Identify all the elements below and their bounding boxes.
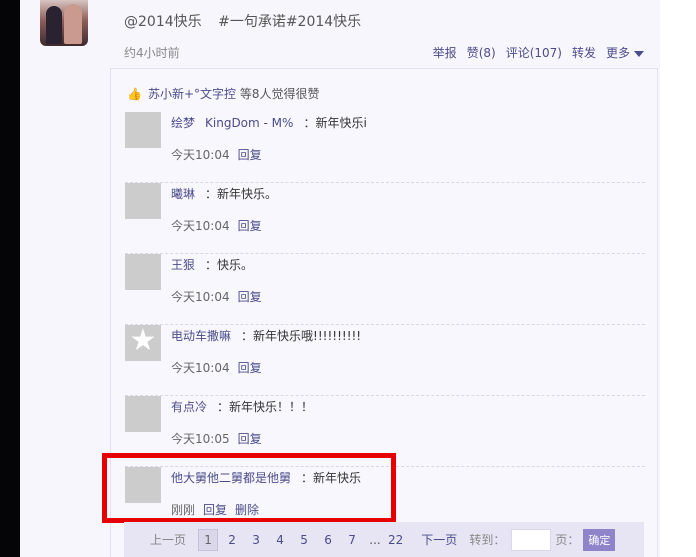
- reply-link[interactable]: 回复: [238, 219, 262, 233]
- comment-text: ：新年快乐。: [205, 187, 278, 201]
- comment-line: 有点冷 ：新年快乐！！！: [171, 398, 313, 415]
- commenter-avatar[interactable]: [125, 396, 161, 432]
- page-link[interactable]: 7: [340, 533, 364, 547]
- forward-link[interactable]: 转发: [572, 44, 596, 61]
- reply-link[interactable]: 回复: [238, 148, 262, 162]
- page-link[interactable]: 3: [244, 533, 268, 547]
- comment-meta: 今天10:04 回复: [171, 288, 270, 305]
- likes-user-link[interactable]: 苏小新+°文字控: [148, 87, 236, 101]
- comment-text: ：快乐。: [205, 258, 254, 272]
- delete-link[interactable]: 删除: [235, 503, 259, 517]
- post-actions: 举报 赞(8) 评论(107) 转发 更多: [433, 44, 644, 61]
- page-current: 1: [198, 528, 219, 551]
- commenter-name[interactable]: 他大舅他二舅都是他舅: [171, 471, 291, 485]
- comment-link[interactable]: 评论(107): [506, 44, 562, 61]
- commenter-avatar[interactable]: ★: [125, 325, 161, 361]
- comment-line: 曦琳 ：新年快乐。: [171, 185, 277, 202]
- commenter-name[interactable]: 有点冷: [171, 400, 207, 414]
- post-mention[interactable]: @2014快乐: [124, 14, 202, 30]
- commenter-name-extra[interactable]: KingDom - M%: [205, 116, 293, 130]
- comment-meta: 刚刚 回复 删除: [171, 501, 267, 518]
- confirm-button[interactable]: 确定: [583, 528, 616, 551]
- page-unit-label: 页：: [555, 533, 580, 547]
- comment-meta: 今天10:04 回复: [171, 146, 270, 163]
- right-background: [660, 0, 696, 557]
- goto-label: 转到：: [469, 533, 506, 547]
- post-topic[interactable]: #一句承诺#2014快乐: [218, 14, 361, 30]
- page-ellipsis: ...: [369, 532, 381, 547]
- likes-summary: 👍 苏小新+°文字控 等8人觉得很赞: [127, 85, 319, 102]
- comment-text: ：新年快乐！！！: [217, 400, 314, 414]
- commenter-name[interactable]: 曦琳: [171, 187, 195, 201]
- reply-link[interactable]: 回复: [238, 290, 262, 304]
- page-link[interactable]: 2: [220, 533, 244, 547]
- left-edge: [0, 0, 20, 557]
- more-menu[interactable]: 更多: [606, 44, 644, 61]
- comment-item: 王狠 ：快乐。 今天10:04 回复: [125, 254, 645, 325]
- comment-item: 绘梦 KingDom - M% ：新年快乐i 今天10:04 回复: [125, 112, 645, 183]
- comment-item: ★ 电动车撒嘛 ：新年快乐哦!!!!!!!!!! 今天10:04 回复: [125, 325, 645, 396]
- report-link[interactable]: 举报: [433, 44, 457, 61]
- last-page-link[interactable]: 22: [388, 533, 403, 547]
- comment-meta: 今天10:04 回复: [171, 359, 270, 376]
- page-number-input[interactable]: [511, 528, 552, 551]
- like-link[interactable]: 赞(8): [467, 44, 496, 61]
- avatar-figure: [64, 4, 82, 44]
- post-text: @2014快乐 #一句承诺#2014快乐: [124, 11, 373, 31]
- likes-suffix: 等8人觉得很赞: [236, 87, 320, 101]
- commenter-avatar[interactable]: [125, 112, 161, 148]
- comment-time: 今天10:05: [171, 432, 230, 446]
- page-link[interactable]: 4: [268, 533, 292, 547]
- comment-item: 曦琳 ：新年快乐。 今天10:04 回复: [125, 183, 645, 254]
- comment-time: 刚刚: [171, 503, 196, 517]
- comment-panel: 👍 苏小新+°文字控 等8人觉得很赞 绘梦 KingDom - M% ：新年快乐i 今…: [110, 68, 658, 557]
- comment-meta: 今天10:05 回复: [171, 430, 270, 447]
- commenter-avatar[interactable]: [125, 183, 161, 219]
- commenter-avatar[interactable]: [125, 254, 161, 290]
- reply-link[interactable]: 回复: [238, 432, 262, 446]
- comment-item: 有点冷 ：新年快乐！！！ 今天10:05 回复: [125, 396, 645, 467]
- comment-text: ：新年快乐哦!!!!!!!!!!: [241, 329, 362, 343]
- comment-line: 他大舅他二舅都是他舅 ：新年快乐: [171, 469, 361, 486]
- post-time: 约4小时前: [124, 46, 180, 60]
- comment-text: ：新年快乐: [301, 471, 362, 485]
- comment-text: ：新年快乐i: [303, 116, 367, 130]
- reply-link[interactable]: 回复: [203, 503, 227, 517]
- page-link[interactable]: 6: [316, 533, 340, 547]
- comment-line: 绘梦 KingDom - M% ：新年快乐i: [171, 114, 367, 131]
- comment-time: 今天10:04: [171, 361, 230, 375]
- comment-meta: 今天10:04 回复: [171, 217, 270, 234]
- page-link[interactable]: 5: [292, 533, 316, 547]
- commenter-name[interactable]: 绘梦: [171, 116, 195, 130]
- comment-line: 王狠 ：快乐。: [171, 256, 253, 273]
- commenter-avatar[interactable]: [125, 467, 161, 503]
- pagination: 上一页 1 2 3 4 5 6 7 ... 22 下一页 转到： 页： 确定: [124, 522, 644, 557]
- thumbs-up-icon: 👍: [127, 87, 142, 101]
- commenter-name[interactable]: 王狠: [171, 258, 195, 272]
- reply-link[interactable]: 回复: [238, 361, 262, 375]
- comment-time: 今天10:04: [171, 148, 230, 162]
- prev-page-link[interactable]: 上一页: [150, 531, 186, 548]
- next-page-link[interactable]: 下一页: [421, 531, 457, 548]
- poster-avatar[interactable]: [40, 0, 88, 46]
- avatar-figure: [46, 6, 62, 44]
- commenter-name[interactable]: 电动车撒嘛: [171, 329, 231, 343]
- default-star-icon: ★: [129, 325, 157, 358]
- comment-time: 今天10:04: [171, 219, 230, 233]
- comment-time: 今天10:04: [171, 290, 230, 304]
- comment-line: 电动车撒嘛 ：新年快乐哦!!!!!!!!!!: [171, 327, 361, 344]
